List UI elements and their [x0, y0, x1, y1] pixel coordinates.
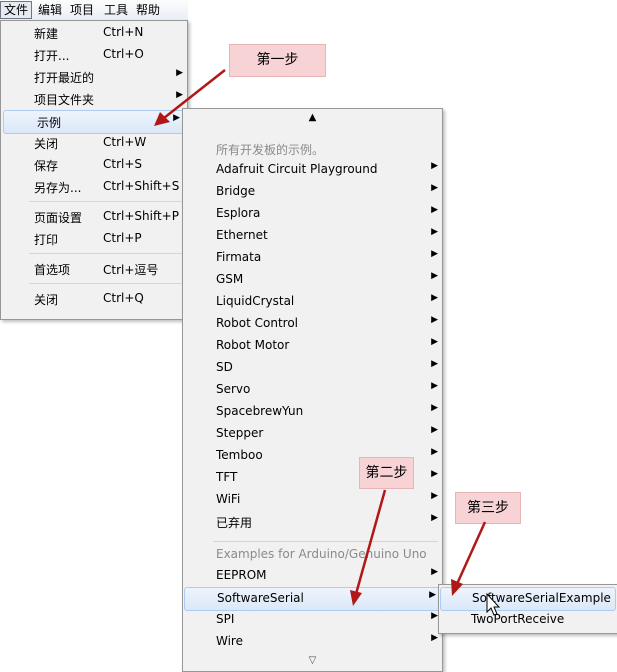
- arrow-step-2: [354, 489, 387, 595]
- arrow-step-3-head: [451, 579, 463, 596]
- mouse-cursor-icon: [486, 592, 501, 616]
- arrow-step-2-head: [350, 590, 362, 606]
- arrow-step-3: [455, 521, 487, 585]
- arrow-step-1: [163, 69, 226, 119]
- annotation-arrows: [154, 69, 501, 616]
